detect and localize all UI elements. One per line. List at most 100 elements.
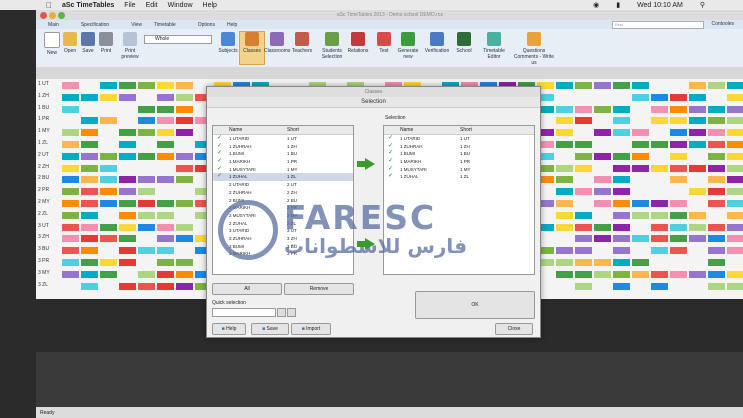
quick-selection-select[interactable] xyxy=(212,308,276,317)
timetable-cell[interactable] xyxy=(119,211,136,219)
timetable-cell[interactable] xyxy=(119,235,136,243)
grid-row-label[interactable]: 3 PR xyxy=(36,258,60,264)
timetable-cell[interactable] xyxy=(138,152,155,160)
contooles-dropdown[interactable]: Contooles xyxy=(711,21,734,27)
timetable-cell[interactable] xyxy=(594,223,611,231)
timetable-cell[interactable] xyxy=(670,105,687,113)
timetable-cell[interactable] xyxy=(727,105,743,113)
timetable-cell[interactable] xyxy=(613,211,630,219)
timetable-cell[interactable] xyxy=(119,141,136,148)
quick-selection-apply[interactable] xyxy=(277,308,286,317)
timetable-cell[interactable] xyxy=(651,93,668,101)
timetable-cell[interactable] xyxy=(176,93,193,101)
timetable-cell[interactable] xyxy=(62,223,79,231)
timetable-cell[interactable] xyxy=(727,129,743,137)
timetable-cell[interactable] xyxy=(176,129,193,137)
timetable-cell[interactable] xyxy=(62,176,79,184)
timetable-cell[interactable] xyxy=(651,211,668,219)
timetable-cell[interactable] xyxy=(727,141,743,148)
timetable-cell[interactable] xyxy=(727,200,743,207)
timetable-cell[interactable] xyxy=(727,270,743,278)
timetable-cell[interactable] xyxy=(575,152,592,160)
timetable-cell[interactable] xyxy=(670,141,687,148)
timetable-cell[interactable] xyxy=(119,82,136,89)
close-window-button[interactable] xyxy=(40,12,47,19)
timetable-cell[interactable] xyxy=(176,282,193,290)
timetable-cell[interactable] xyxy=(62,152,79,160)
timetable-cell[interactable] xyxy=(62,82,79,89)
timetable-cell[interactable] xyxy=(613,247,630,255)
timetable-cell[interactable] xyxy=(670,129,687,137)
timetable-cell[interactable] xyxy=(594,270,611,278)
timetable-cell[interactable] xyxy=(62,164,79,172)
timetable-cell[interactable] xyxy=(138,188,155,196)
timetable-cell[interactable] xyxy=(613,129,630,137)
check-icon[interactable] xyxy=(217,182,223,187)
timetable-cell[interactable] xyxy=(727,223,743,231)
search-input[interactable]: Find xyxy=(612,21,704,29)
timetable-cell[interactable] xyxy=(157,93,174,101)
timetable-cell[interactable] xyxy=(670,235,687,243)
questions-comments-button[interactable]: Questions Comments - Write us xyxy=(512,32,556,66)
timetable-cell[interactable] xyxy=(670,117,687,125)
timetable-cell[interactable] xyxy=(708,129,725,137)
timetable-cell[interactable] xyxy=(157,117,174,125)
timetable-cell[interactable] xyxy=(575,223,592,231)
timetable-cell[interactable] xyxy=(613,282,630,290)
timetable-cell[interactable] xyxy=(556,188,573,196)
list-item[interactable]: ✓ 1 UTARID 1 UT xyxy=(213,135,353,143)
list-item[interactable]: ✓ 1 MARIKH 1 PR xyxy=(213,158,353,166)
timetable-cell[interactable] xyxy=(670,223,687,231)
app-menu[interactable]: aSc TimeTables xyxy=(62,2,114,9)
timetable-cell[interactable] xyxy=(689,164,706,172)
timetable-cell[interactable] xyxy=(632,164,649,172)
check-icon[interactable]: ✓ xyxy=(217,158,223,164)
timetable-cell[interactable] xyxy=(613,223,630,231)
timetable-cell[interactable] xyxy=(708,117,725,125)
timetable-cell[interactable] xyxy=(62,270,79,278)
check-icon[interactable]: ✓ xyxy=(217,166,223,172)
timetable-cell[interactable] xyxy=(138,105,155,113)
timetable-cell[interactable] xyxy=(613,270,630,278)
timetable-cell[interactable] xyxy=(575,117,592,125)
timetable-cell[interactable] xyxy=(119,188,136,196)
timetable-cell[interactable] xyxy=(100,259,117,266)
list-item[interactable]: ✓ 1 BUMI 1 BU xyxy=(384,150,534,158)
timetable-cell[interactable] xyxy=(62,129,79,137)
timetable-cell[interactable] xyxy=(689,105,706,113)
timetable-cell[interactable] xyxy=(613,176,630,184)
timetable-cell[interactable] xyxy=(670,200,687,207)
timetable-cell[interactable] xyxy=(81,235,98,243)
list-item[interactable]: ✓ 1 ZUHAL 1 ZL xyxy=(384,173,534,181)
check-icon[interactable]: ✓ xyxy=(217,150,223,156)
list-item[interactable]: 2 UTARID 2 UT xyxy=(213,181,353,189)
timetable-cell[interactable] xyxy=(138,129,155,137)
timetable-cell[interactable] xyxy=(575,141,592,148)
timetable-cell[interactable] xyxy=(575,259,592,266)
timetable-cell[interactable] xyxy=(556,129,573,137)
timetable-cell[interactable] xyxy=(727,93,743,101)
timetable-cell[interactable] xyxy=(100,200,117,207)
generate-new-button[interactable]: Generate new xyxy=(394,32,422,60)
timetable-cell[interactable] xyxy=(62,247,79,255)
grid-row-label[interactable]: 3 ZL xyxy=(36,282,60,288)
timetable-cell[interactable] xyxy=(119,223,136,231)
remove-button[interactable]: Remove xyxy=(284,283,354,295)
add-arrow-icon[interactable] xyxy=(357,158,375,170)
timetable-cell[interactable] xyxy=(176,270,193,278)
timetable-cell[interactable] xyxy=(176,200,193,207)
timetable-cell[interactable] xyxy=(727,282,743,290)
timetable-cell[interactable] xyxy=(594,235,611,243)
timetable-cell[interactable] xyxy=(81,188,98,196)
timetable-cell[interactable] xyxy=(632,141,649,148)
timetable-editor-button[interactable]: Timetable Editor xyxy=(478,32,510,60)
timetable-cell[interactable] xyxy=(157,200,174,207)
timetable-cell[interactable] xyxy=(727,235,743,243)
timetable-cell[interactable] xyxy=(632,270,649,278)
timetable-cell[interactable] xyxy=(81,211,98,219)
timetable-cell[interactable] xyxy=(62,200,79,207)
zoom-window-button[interactable] xyxy=(58,12,65,19)
timetable-cell[interactable] xyxy=(556,211,573,219)
timetable-cell[interactable] xyxy=(138,247,155,255)
timetable-cell[interactable] xyxy=(613,152,630,160)
